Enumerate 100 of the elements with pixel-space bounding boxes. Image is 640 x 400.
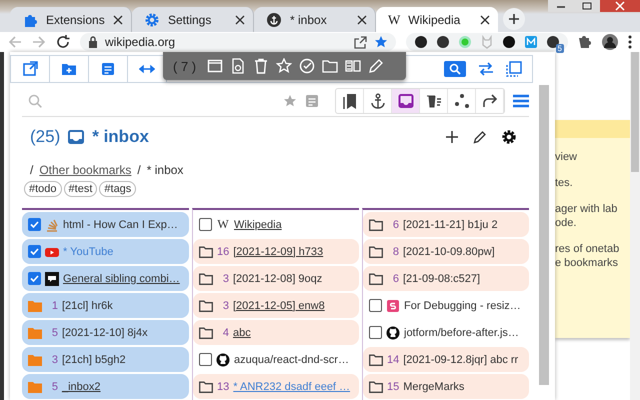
folder-icon[interactable] <box>322 58 338 74</box>
tag-chip[interactable]: #tags <box>99 181 136 197</box>
window-icon[interactable] <box>207 58 224 74</box>
item-count: 15 <box>387 380 400 392</box>
breadcrumb-current: * inbox <box>146 163 184 177</box>
extension-icon[interactable] <box>414 35 428 49</box>
select-icon[interactable] <box>506 61 522 77</box>
folder-row[interactable]: 6 [21-09-08:c527] <box>363 266 529 291</box>
checkbox[interactable] <box>28 218 41 231</box>
bookmark-title: General sibling combi… <box>63 272 180 284</box>
note-text: ode. <box>555 216 578 230</box>
item-count: 6 <box>392 218 399 230</box>
share-icon[interactable] <box>354 36 367 48</box>
checkbox[interactable] <box>369 326 382 339</box>
note-text: tes. <box>555 176 574 190</box>
note-icon[interactable] <box>100 61 116 77</box>
folder-row[interactable]: 3 [2021-12-05] enw8 <box>193 293 359 318</box>
folder-title: [2021-12-05] enw8 <box>233 300 325 312</box>
extension-badge: 5 <box>556 44 564 53</box>
tag-chip[interactable]: #test <box>64 181 98 197</box>
folder-row[interactable]: 14 [2021-09-12.8jqr] abc rr <box>363 347 529 372</box>
bookmark-row[interactable]: azuqua/react-dnd-scr… <box>193 347 359 372</box>
folder-row[interactable]: 8 [2021-10-09.80pw] <box>363 239 529 264</box>
view-tab[interactable] <box>392 89 420 113</box>
bookmark-title: html - How Can I Exp… <box>63 218 178 230</box>
folder-row[interactable]: 5 [2021-12-10] 8j4x <box>22 320 189 345</box>
folder-row[interactable]: 6 [2021-11-21] b1ju 2 <box>363 212 529 237</box>
swap-icon[interactable] <box>478 62 494 76</box>
note-text: res of onetab <box>555 242 620 256</box>
browser-tab[interactable]: Extensions <box>10 7 132 32</box>
close-icon[interactable] <box>357 14 367 24</box>
trash-icon[interactable] <box>253 58 270 74</box>
folder-row[interactable]: 13 * ANR232 dsadf eeef … <box>193 374 359 399</box>
pencil-icon[interactable] <box>473 130 487 144</box>
plus-icon[interactable] <box>445 130 459 144</box>
bookmark-row[interactable]: W Wikipedia <box>193 212 359 237</box>
checkbox[interactable] <box>28 245 41 258</box>
check-icon <box>30 220 39 229</box>
avatar-icon[interactable] <box>602 34 618 50</box>
dots-icon <box>454 93 470 109</box>
tag-chip[interactable]: #todo <box>24 181 62 197</box>
maximize-icon[interactable] <box>574 0 600 12</box>
folder-title: [21cl] hr6k <box>62 300 113 312</box>
close-icon[interactable] <box>235 14 245 24</box>
folder-row[interactable]: 3 [2021-12-08] 9oqz <box>193 266 359 291</box>
browser-tab[interactable]: Settings <box>132 7 254 32</box>
checkbox[interactable] <box>28 272 41 285</box>
star-icon[interactable] <box>283 94 297 108</box>
bookmark-row[interactable]: jotform/before-after.js… <box>363 320 529 345</box>
document-refresh-icon[interactable] <box>230 58 246 74</box>
checkbox[interactable] <box>199 218 212 231</box>
item-count: 16 <box>217 246 230 258</box>
minimize-icon[interactable] <box>548 0 574 12</box>
bookmark-row[interactable]: General sibling combi… <box>22 266 189 291</box>
menu-icon[interactable] <box>628 35 632 49</box>
close-icon[interactable] <box>480 14 490 24</box>
breadcrumb-link[interactable]: Other bookmarks <box>39 163 132 177</box>
extension-icon[interactable] <box>502 35 516 49</box>
extension-icon[interactable] <box>546 35 560 49</box>
trash-list-icon <box>426 93 442 109</box>
folder-plus-icon[interactable] <box>61 61 77 77</box>
puzzle-icon[interactable] <box>578 35 592 49</box>
folder-row[interactable]: 15 MergeMarks <box>363 374 529 399</box>
columns-icon[interactable] <box>345 58 362 74</box>
folder-row[interactable]: 16 [2021-12-09] h733 <box>193 239 359 264</box>
browser-tab[interactable]: W Wikipedia <box>376 7 498 32</box>
inbox-icon <box>68 129 84 145</box>
item-count: 13 <box>217 380 230 392</box>
folder-row[interactable]: 1 [21cl] hr6k <box>22 293 189 318</box>
bookmarks-icon <box>342 93 358 109</box>
folder-row[interactable]: 5 _inbox2 <box>22 374 189 399</box>
breadcrumb-separator: / <box>137 163 141 177</box>
breadcrumb-separator: / <box>30 163 34 177</box>
folder-title: * ANR232 dsadf eeef … <box>233 380 350 392</box>
scrollbar-thumb[interactable] <box>539 85 549 385</box>
bookmark-row[interactable]: html - How Can I Exp… <box>22 212 189 237</box>
checkbox[interactable] <box>199 353 212 366</box>
lock-icon <box>88 36 98 48</box>
browser-tab[interactable]: * inbox <box>254 7 376 32</box>
bookmark-row[interactable]: For Debugging - resiz… <box>363 293 529 318</box>
extension-icon[interactable] <box>436 35 450 49</box>
item-count: 6 <box>392 272 399 284</box>
star-icon[interactable] <box>374 35 388 49</box>
check-circle-icon[interactable] <box>299 58 316 74</box>
search-field[interactable] <box>22 88 529 117</box>
item-count: 3 <box>222 272 229 284</box>
checkbox[interactable] <box>369 299 382 312</box>
settings-icon[interactable] <box>501 129 517 145</box>
search-button[interactable] <box>444 61 466 77</box>
address-bar[interactable]: wikipedia.org <box>80 33 396 51</box>
close-icon[interactable] <box>113 14 123 24</box>
page-scrollbar[interactable] <box>630 52 640 400</box>
new-tab-button[interactable] <box>503 8 525 30</box>
open-in-new-icon[interactable] <box>22 61 38 77</box>
star-outline-icon[interactable] <box>276 58 292 74</box>
folder-title: [21ch] b5gh2 <box>62 354 126 366</box>
reload-icon[interactable] <box>56 35 70 49</box>
folder-row[interactable]: 3 [21ch] b5gh2 <box>22 347 189 372</box>
folder-row[interactable]: 4 abc <box>193 320 359 345</box>
close-window-icon[interactable] <box>600 0 640 12</box>
